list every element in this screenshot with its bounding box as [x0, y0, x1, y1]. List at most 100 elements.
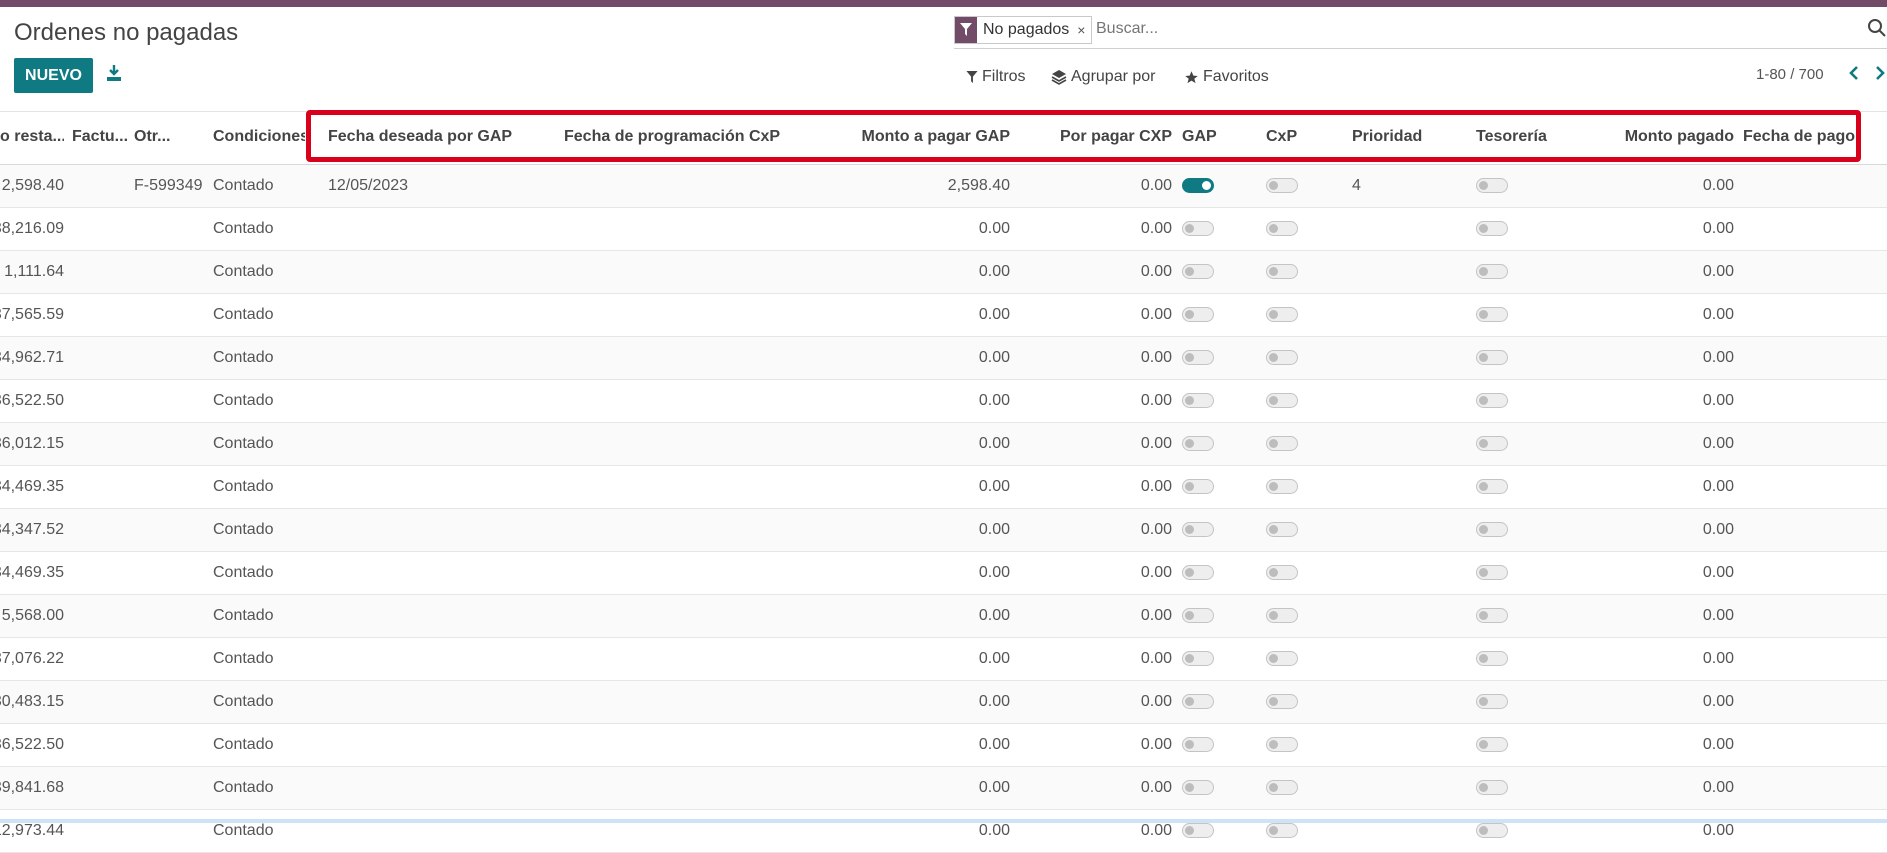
header-pay-cxp[interactable]: Por pagar CXP: [1030, 128, 1172, 146]
search-input[interactable]: [1096, 20, 1696, 38]
table-row[interactable]: 5,568.00 Contado 0.00 0.00 0.00: [0, 595, 1887, 638]
cxp-toggle[interactable]: [1266, 565, 1298, 580]
cxp-toggle[interactable]: [1266, 350, 1298, 365]
gap-toggle[interactable]: [1182, 307, 1214, 322]
download-icon[interactable]: [104, 63, 124, 83]
table-row[interactable]: 34,469.35 Contado 0.00 0.00 0.00: [0, 552, 1887, 595]
table-row[interactable]: 36,522.50 Contado 0.00 0.00 0.00: [0, 724, 1887, 767]
cell-remaining: 5,568.00: [1, 607, 64, 624]
treasury-toggle[interactable]: [1476, 608, 1508, 623]
table-row[interactable]: 30,483.15 Contado 0.00 0.00 0.00: [0, 681, 1887, 724]
cxp-toggle[interactable]: [1266, 436, 1298, 451]
cxp-toggle[interactable]: [1266, 823, 1298, 838]
gap-toggle[interactable]: [1182, 178, 1214, 193]
table-row[interactable]: 12,973.44 Contado 0.00 0.00 0.00: [0, 810, 1887, 853]
table-row[interactable]: 36,522.50 Contado 0.00 0.00 0.00: [0, 380, 1887, 423]
table-row[interactable]: 34,962.71 Contado 0.00 0.00 0.00: [0, 337, 1887, 380]
cell-amount-gap: 2,598.40: [947, 177, 1010, 194]
search-facet[interactable]: No pagados ×: [954, 16, 1093, 44]
table-row[interactable]: 37,076.22 Contado 0.00 0.00 0.00: [0, 638, 1887, 681]
gap-toggle[interactable]: [1182, 393, 1214, 408]
treasury-toggle[interactable]: [1476, 393, 1508, 408]
gap-toggle[interactable]: [1182, 694, 1214, 709]
group-by-button[interactable]: Agrupar por: [1051, 68, 1156, 86]
pager-value[interactable]: 1-80 / 700: [1756, 66, 1824, 83]
cell-pay-cxp: 0.00: [1140, 220, 1172, 237]
gap-toggle[interactable]: [1182, 823, 1214, 838]
treasury-toggle[interactable]: [1476, 178, 1508, 193]
header-gap[interactable]: GAP: [1182, 128, 1217, 146]
header-cxp[interactable]: CxP: [1266, 128, 1297, 146]
treasury-toggle[interactable]: [1476, 436, 1508, 451]
gap-toggle[interactable]: [1182, 651, 1214, 666]
gap-toggle[interactable]: [1182, 479, 1214, 494]
cxp-toggle[interactable]: [1266, 651, 1298, 666]
treasury-toggle[interactable]: [1476, 780, 1508, 795]
cxp-toggle[interactable]: [1266, 737, 1298, 752]
cxp-toggle[interactable]: [1266, 264, 1298, 279]
treasury-toggle[interactable]: [1476, 737, 1508, 752]
gap-toggle[interactable]: [1182, 780, 1214, 795]
gap-toggle[interactable]: [1182, 737, 1214, 752]
facet-remove-icon[interactable]: ×: [1075, 17, 1091, 43]
cxp-toggle[interactable]: [1266, 522, 1298, 537]
header-pay-date[interactable]: Fecha de pago: [1743, 128, 1855, 146]
treasury-toggle[interactable]: [1476, 350, 1508, 365]
cxp-toggle[interactable]: [1266, 307, 1298, 322]
table-row[interactable]: 39,841.68 Contado 0.00 0.00 0.00: [0, 767, 1887, 810]
header-schedule-date[interactable]: Fecha de programación CxP: [564, 128, 780, 146]
gap-toggle[interactable]: [1182, 436, 1214, 451]
cell-pay-cxp: 0.00: [1140, 435, 1172, 452]
header-other[interactable]: Otr...: [134, 128, 174, 146]
cell-pay-cxp: 0.00: [1140, 650, 1172, 667]
header-paid[interactable]: Monto pagado: [1600, 128, 1734, 146]
treasury-toggle[interactable]: [1476, 565, 1508, 580]
cell-amount-gap: 0.00: [978, 650, 1010, 667]
treasury-toggle[interactable]: [1476, 264, 1508, 279]
favorites-button[interactable]: Favoritos: [1184, 68, 1269, 86]
star-icon: [1185, 70, 1198, 83]
new-button[interactable]: NUEVO: [14, 58, 93, 93]
header-desired-date[interactable]: Fecha deseada por GAP: [328, 128, 512, 146]
gap-toggle[interactable]: [1182, 221, 1214, 236]
treasury-toggle[interactable]: [1476, 479, 1508, 494]
top-navbar: [0, 0, 1887, 7]
header-remaining[interactable]: o resta...: [0, 128, 64, 146]
header-invoice[interactable]: Factu...: [72, 128, 128, 146]
cxp-toggle[interactable]: [1266, 694, 1298, 709]
table-row[interactable]: 37,565.59 Contado 0.00 0.00 0.00: [0, 294, 1887, 337]
gap-toggle[interactable]: [1182, 565, 1214, 580]
table-header: o resta... Factu... Otr... Condiciones..…: [0, 111, 1887, 165]
table-row[interactable]: 1,111.64 Contado 0.00 0.00 0.00: [0, 251, 1887, 294]
header-conditions[interactable]: Condiciones...: [213, 128, 305, 146]
treasury-toggle[interactable]: [1476, 307, 1508, 322]
treasury-toggle[interactable]: [1476, 221, 1508, 236]
cxp-toggle[interactable]: [1266, 608, 1298, 623]
header-priority[interactable]: Prioridad: [1352, 128, 1422, 146]
treasury-toggle[interactable]: [1476, 651, 1508, 666]
filters-button[interactable]: Filtros: [966, 68, 1026, 86]
header-amount-gap[interactable]: Monto a pagar GAP: [830, 128, 1010, 146]
cxp-toggle[interactable]: [1266, 780, 1298, 795]
table-row[interactable]: 36,012.15 Contado 0.00 0.00 0.00: [0, 423, 1887, 466]
search-icon[interactable]: [1867, 18, 1887, 38]
table-row[interactable]: 34,347.52 Contado 0.00 0.00 0.00: [0, 509, 1887, 552]
cxp-toggle[interactable]: [1266, 221, 1298, 236]
table-row[interactable]: 2,598.40 F-599349 Contado 12/05/2023 2,598.4…: [0, 165, 1887, 208]
gap-toggle[interactable]: [1182, 264, 1214, 279]
gap-toggle[interactable]: [1182, 522, 1214, 537]
table-row[interactable]: 34,469.35 Contado 0.00 0.00 0.00: [0, 466, 1887, 509]
cell-paid: 0.00: [1702, 736, 1734, 753]
cxp-toggle[interactable]: [1266, 479, 1298, 494]
treasury-toggle[interactable]: [1476, 823, 1508, 838]
treasury-toggle[interactable]: [1476, 694, 1508, 709]
gap-toggle[interactable]: [1182, 608, 1214, 623]
cxp-toggle[interactable]: [1266, 393, 1298, 408]
chevron-left-icon[interactable]: [1846, 64, 1862, 82]
gap-toggle[interactable]: [1182, 350, 1214, 365]
treasury-toggle[interactable]: [1476, 522, 1508, 537]
header-treasury[interactable]: Tesorería: [1476, 128, 1547, 146]
chevron-right-icon[interactable]: [1872, 64, 1887, 82]
table-row[interactable]: 38,216.09 Contado 0.00 0.00 0.00: [0, 208, 1887, 251]
cxp-toggle[interactable]: [1266, 178, 1298, 193]
